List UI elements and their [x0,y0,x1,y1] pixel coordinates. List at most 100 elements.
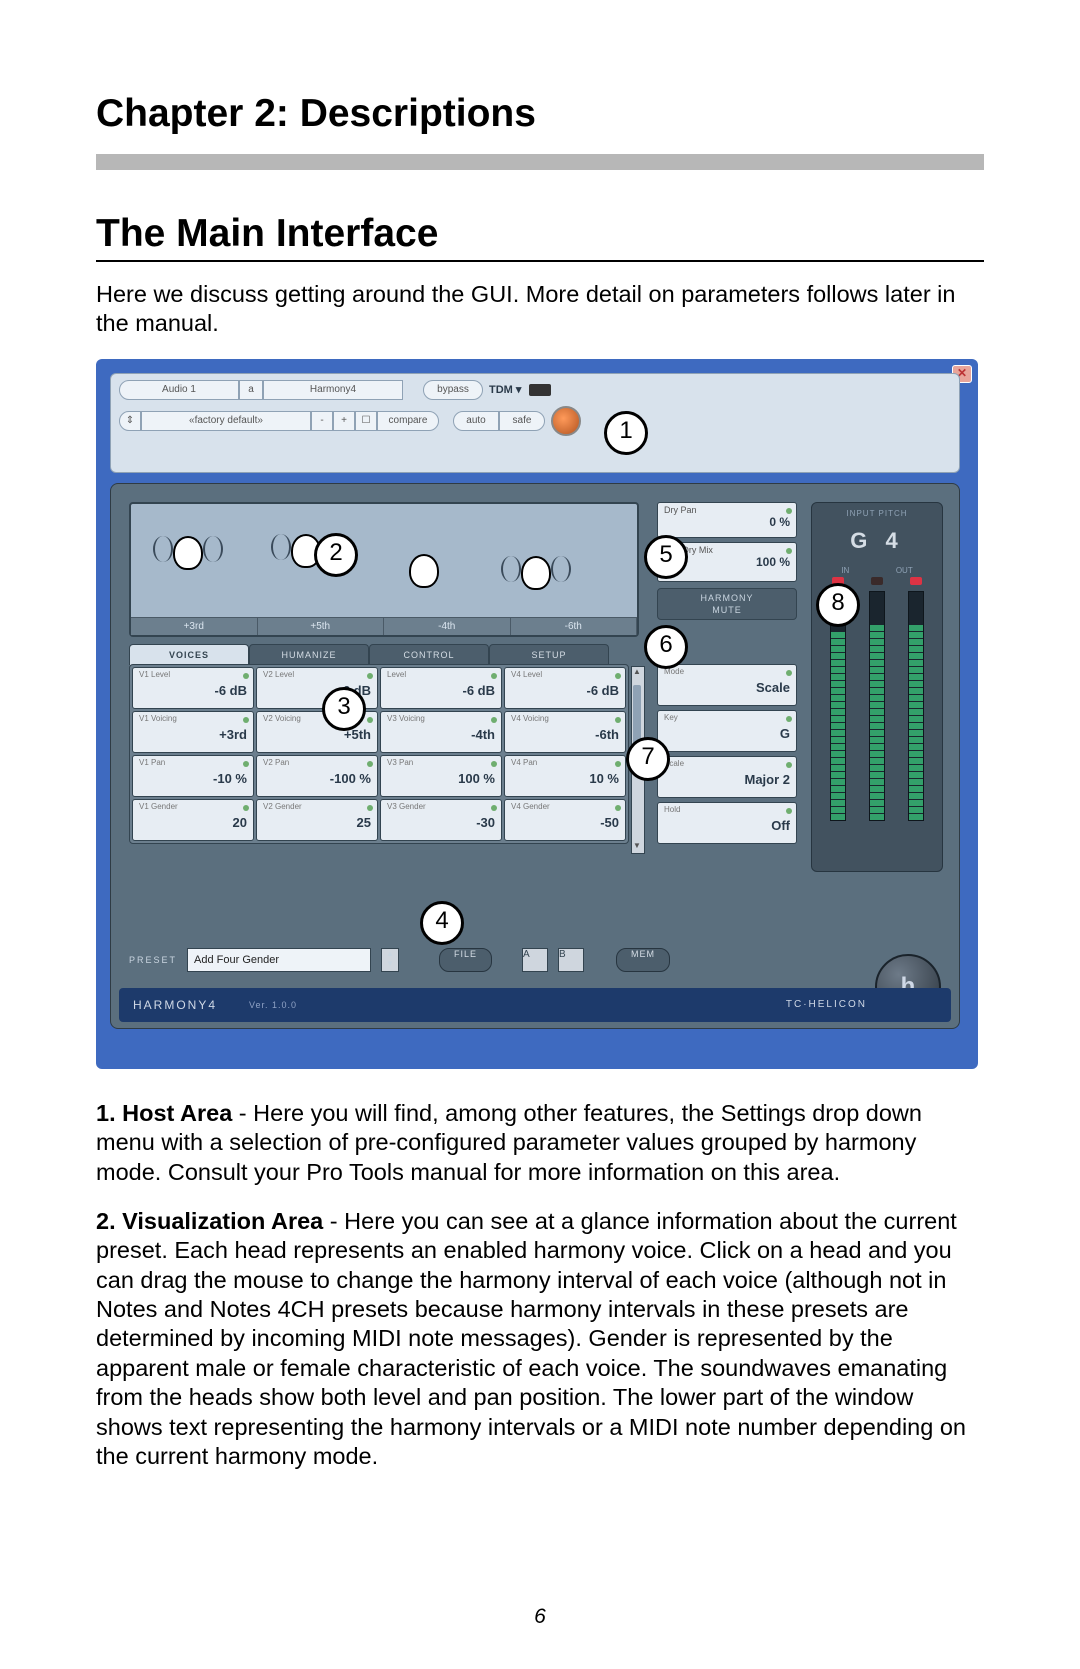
voice-head-1[interactable] [173,536,203,570]
host-plugin[interactable]: Harmony4 [263,380,403,400]
host-preset[interactable]: «factory default» [141,411,311,431]
preset-stepper[interactable]: ▲▼ [381,948,399,972]
desc-2: 2. Visualization Area - Here you can see… [96,1207,984,1471]
visualization-area[interactable]: +3rd +5th -4th -6th [129,502,639,637]
v2-pan[interactable]: V2 Pan-100 % [256,755,378,797]
voice-head-3[interactable] [409,554,439,588]
tab-voices[interactable]: VOICES [129,644,249,665]
value-dot-icon [615,761,621,767]
format-indicator-icon [529,384,551,396]
compare-b-button[interactable]: B [558,948,584,972]
plugin-window: ✕ Audio 1 a Harmony4 bypass TDM ▾ ⇕ «fac… [96,359,978,1069]
preset-page-button[interactable]: ☐ [355,411,377,431]
v1-level[interactable]: V1 Level-6 dB [132,667,254,709]
value-dot-icon [243,761,249,767]
section-rule [96,260,984,262]
section-title: The Main Interface [96,212,984,256]
safe-button[interactable]: safe [499,411,545,431]
v1-pan[interactable]: V1 Pan-10 % [132,755,254,797]
mode-control[interactable]: ModeScale [657,664,797,706]
value-dot-icon [491,717,497,723]
intro-text: Here we discuss getting around the GUI. … [96,280,984,339]
viz-interval: +3rd [131,617,258,635]
value-dot-icon [491,805,497,811]
format-menu[interactable]: TDM ▾ [489,383,521,396]
out-label: OUT [896,566,913,575]
value-dot-icon [786,762,792,768]
mem-button[interactable]: MEM [616,948,670,972]
bypass-button[interactable]: bypass [423,380,483,400]
voice-wave-icon [203,536,223,562]
v2-gender[interactable]: V2 Gender25 [256,799,378,841]
harmony-label: HARMONY [658,592,796,604]
preset-name-field[interactable]: Add Four Gender [187,948,371,972]
out-meter-r [908,591,924,821]
page-number: 6 [0,1605,1080,1629]
voice-head-4[interactable] [521,556,551,590]
auto-button[interactable]: auto [453,411,499,431]
host-insert[interactable]: a [239,380,263,400]
v1-voicing[interactable]: V1 Voicing+3rd [132,711,254,753]
callout-6: 6 [644,625,688,669]
key-control[interactable]: KeyG [657,710,797,752]
value-dot-icon [243,717,249,723]
scroll-thumb[interactable] [633,685,641,745]
v3-gender[interactable]: V3 Gender-30 [380,799,502,841]
preset-row: PRESET Add Four Gender ▲▼ FILE A B MEM [129,948,670,972]
callout-2: 2 [314,533,358,577]
host-area: Audio 1 a Harmony4 bypass TDM ▾ ⇕ «facto… [110,373,960,473]
brand-bar: HARMONY4 Ver. 1.0.0 TC·HELICON [119,988,951,1022]
v4-pan[interactable]: V4 Pan10 % [504,755,626,797]
compare-button[interactable]: compare [377,411,439,431]
version-text: Ver. 1.0.0 [249,1000,297,1010]
scroll-down-icon[interactable]: ▼ [632,841,642,853]
tab-humanize[interactable]: HUMANIZE [249,644,369,665]
v4-level[interactable]: V4 Level-6 dB [504,667,626,709]
host-track[interactable]: Audio 1 [119,380,239,400]
voice-wave-icon [153,536,173,562]
v4-voicing[interactable]: V4 Voicing-6th [504,711,626,753]
voice-wave-icon [501,556,521,582]
callout-3: 3 [322,687,366,731]
hold-control[interactable]: HoldOff [657,802,797,844]
desc-2-label: 2. Visualization Area [96,1208,323,1234]
value-dot-icon [491,673,497,679]
input-pitch-value: G 4 [818,528,936,554]
value-dot-icon [367,805,373,811]
settings-knob-icon[interactable] [551,406,581,436]
tab-setup[interactable]: SETUP [489,644,609,665]
company-name: TC·HELICON [786,999,867,1010]
compare-a-button[interactable]: A [522,948,548,972]
value-dot-icon [786,808,792,814]
value-dot-icon [786,716,792,722]
harmony-mute-button[interactable]: HARMONY MUTE [657,588,797,620]
preset-stepper[interactable]: ⇕ [119,411,141,431]
voice-grid: V1 Level-6 dB V2 Level-6 dB Level-6 dB V… [129,664,629,844]
scale-control[interactable]: ScaleMajor 2 [657,756,797,798]
v1-gender[interactable]: V1 Gender20 [132,799,254,841]
tab-control[interactable]: CONTROL [369,644,489,665]
viz-interval: -6th [511,617,638,635]
v4-gender[interactable]: V4 Gender-50 [504,799,626,841]
voice-wave-icon [551,556,571,582]
voice-wave-icon [271,534,291,560]
v3-level[interactable]: Level-6 dB [380,667,502,709]
viz-interval: +5th [258,617,385,635]
meters-panel: INPUT PITCH G 4 IN OUT 0 -3 -6 -12 [811,502,943,872]
callout-7: 7 [626,737,670,781]
mode-column: ModeScale KeyG ScaleMajor 2 HoldOff [657,664,797,844]
callout-1: 1 [604,411,648,455]
v3-pan[interactable]: V3 Pan100 % [380,755,502,797]
dry-pan-label: Dry Pan [664,505,790,515]
dry-pan-control[interactable]: Dry Pan 0 % [657,502,797,538]
scroll-up-icon[interactable]: ▲ [632,667,642,679]
value-dot-icon [243,673,249,679]
file-button[interactable]: FILE [439,948,492,972]
value-dot-icon [615,717,621,723]
value-dot-icon [786,670,792,676]
v3-voicing[interactable]: V3 Voicing-4th [380,711,502,753]
viz-interval: -4th [384,617,511,635]
mute-label: MUTE [658,604,796,616]
preset-plus-button[interactable]: + [333,411,355,431]
preset-minus-button[interactable]: - [311,411,333,431]
